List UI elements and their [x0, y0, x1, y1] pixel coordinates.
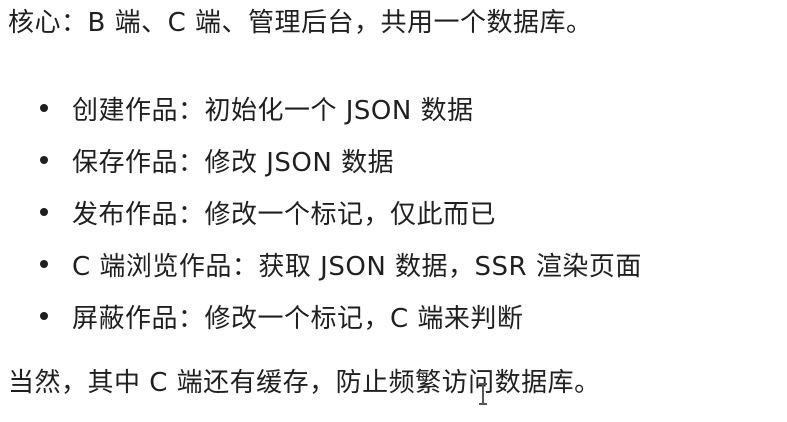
list-item-text: 创建作品：初始化一个 JSON 数据	[72, 95, 474, 126]
bullet-icon	[40, 208, 48, 216]
list-item: 创建作品：初始化一个 JSON 数据	[0, 82, 642, 134]
intro-paragraph: 核心：B 端、C 端、管理后台，共用一个数据库。	[8, 8, 593, 38]
feature-list: 创建作品：初始化一个 JSON 数据 保存作品：修改 JSON 数据 发布作品：…	[0, 82, 642, 342]
bullet-icon	[40, 104, 48, 112]
list-item: 发布作品：修改一个标记，仅此而已	[0, 186, 642, 238]
list-item-text: 发布作品：修改一个标记，仅此而已	[72, 199, 497, 230]
document: 核心：B 端、C 端、管理后台，共用一个数据库。 创建作品：初始化一个 JSON…	[0, 0, 787, 422]
list-item: 屏蔽作品：修改一个标记，C 端来判断	[0, 290, 642, 342]
bullet-icon	[40, 156, 48, 164]
list-item: 保存作品：修改 JSON 数据	[0, 134, 642, 186]
list-item: C 端浏览作品：获取 JSON 数据，SSR 渲染页面	[0, 238, 642, 290]
bullet-icon	[40, 312, 48, 320]
list-item-text: 屏蔽作品：修改一个标记，C 端来判断	[72, 303, 524, 334]
text-cursor-icon	[479, 383, 487, 405]
list-item-text: C 端浏览作品：获取 JSON 数据，SSR 渲染页面	[72, 251, 642, 282]
bullet-icon	[40, 260, 48, 268]
list-item-text: 保存作品：修改 JSON 数据	[72, 147, 395, 178]
outro-paragraph: 当然，其中 C 端还有缓存，防止频繁访问数据库。	[8, 368, 601, 398]
